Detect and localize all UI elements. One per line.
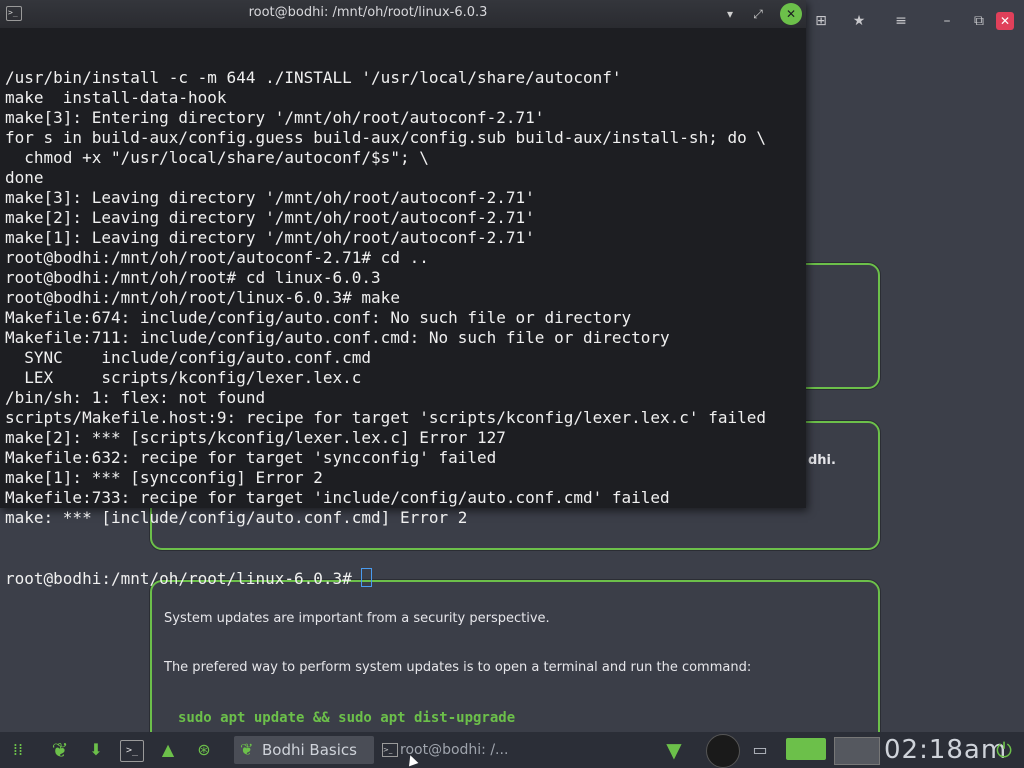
terminal-line: make install-data-hook [5,88,227,107]
terminal-line: make: *** [include/config/auto.conf.cmd]… [5,508,468,527]
workspace-pager-icon[interactable] [834,737,880,765]
terminal-line: /usr/bin/install -c -m 644 ./INSTALL '/u… [5,68,622,87]
terminal-line: Makefile:674: include/config/auto.conf: … [5,308,632,327]
taskbar: ⁞⁞ ❦ ⬇ >_ ▲ ⊛ ❦ Bodhi Basics >_ root@bod… [0,732,1024,768]
window-title: root@bodhi: /mnt/oh/root/linux-6.0.3 [248,5,488,20]
terminal-window[interactable]: >_ root@bodhi: /mnt/oh/root/linux-6.0.3 … [0,0,806,588]
menu-icon[interactable]: ≡ [890,10,912,32]
files-icon[interactable]: ⬇ [84,738,108,762]
prompt-line[interactable]: root@bodhi:/mnt/oh/root/linux-6.0.3# [5,568,806,588]
terminal-line: root@bodhi:/mnt/oh/root# cd linux-6.0.3 [5,268,381,287]
restore-icon[interactable]: ⧉ [968,10,990,32]
task-label: Bodhi Basics [262,741,357,759]
terminal-line: make[1]: *** [syncconfig] Error 2 [5,468,323,487]
bodhi-leaf-icon: ❦ [240,740,254,759]
app-menu-icon[interactable]: ⁞⁞ [6,738,30,762]
browser-toolbar: ⊞ ★ ≡ – ⧉ ✕ [800,6,1024,36]
new-tab-icon[interactable]: ⊞ [810,10,832,32]
terminal-line: make[3]: Entering directory '/mnt/oh/roo… [5,108,545,127]
terminal-icon: >_ [382,743,398,757]
battery-icon[interactable] [786,738,826,760]
terminal-line: root@bodhi:/mnt/oh/root/linux-6.0.3# mak… [5,288,400,307]
terminal-line: make[2]: *** [scripts/kconfig/lexer.lex.… [5,428,506,447]
terminal-titlebar[interactable]: >_ root@bodhi: /mnt/oh/root/linux-6.0.3 … [0,0,806,28]
terminal-line: SYNC include/config/auto.conf.cmd [5,348,372,367]
terminal-line: make[3]: Leaving directory '/mnt/oh/root… [5,188,535,207]
terminal-line: for s in build-aux/config.guess build-au… [5,128,766,147]
terminal-line: chmod +x "/usr/local/share/autoconf/$s";… [5,148,429,167]
update-command: sudo apt update && sudo apt dist-upgrade [178,710,516,726]
terminal-line: scripts/Makefile.host:9: recipe for targ… [5,408,766,427]
minimize-icon[interactable]: – [936,10,958,32]
clipboard-icon[interactable]: ▭ [748,738,772,762]
terminal-line: /bin/sh: 1: flex: not found [5,388,266,407]
appcenter-icon[interactable]: ▲ [156,738,180,762]
wifi-icon[interactable]: ▼ [662,738,686,762]
clock[interactable]: 02:18am [884,736,1006,764]
bookmark-icon[interactable]: ★ [848,10,870,32]
text-cursor [361,568,373,587]
card-text: dhi. [808,453,836,468]
terminal-line: Makefile:711: include/config/auto.conf.c… [5,328,670,347]
terminal-line: make[1]: Leaving directory '/mnt/oh/root… [5,228,535,247]
terminal-launcher-icon[interactable]: >_ [120,740,144,762]
install-icon[interactable]: ⊛ [192,738,216,762]
terminal-line: done [5,168,44,187]
browser-close-button[interactable]: ✕ [996,12,1014,30]
power-icon[interactable]: ⏻ [992,738,1016,762]
task-terminal[interactable]: >_ root@bodhi: /... [378,736,528,764]
terminal-line: make[2]: Leaving directory '/mnt/oh/root… [5,208,535,227]
close-button[interactable]: ✕ [780,3,802,25]
card-paragraph: The prefered way to perform system updat… [164,660,752,675]
minimize-button[interactable]: ▾ [720,4,740,24]
terminal-line: root@bodhi:/mnt/oh/root/autoconf-2.71# c… [5,248,429,267]
maximize-button[interactable]: ⤢ [748,4,768,24]
disc-icon[interactable] [706,734,740,768]
terminal-output[interactable]: /usr/bin/install -c -m 644 ./INSTALL '/u… [5,28,806,628]
bodhi-leaf-icon[interactable]: ❦ [48,738,72,762]
task-bodhi-basics[interactable]: ❦ Bodhi Basics [234,736,374,764]
shell-prompt: root@bodhi:/mnt/oh/root/linux-6.0.3# [5,569,362,588]
terminal-line: Makefile:632: recipe for target 'synccon… [5,448,497,467]
terminal-line: Makefile:733: recipe for target 'include… [5,488,670,507]
terminal-line: LEX scripts/kconfig/lexer.lex.c [5,368,362,387]
